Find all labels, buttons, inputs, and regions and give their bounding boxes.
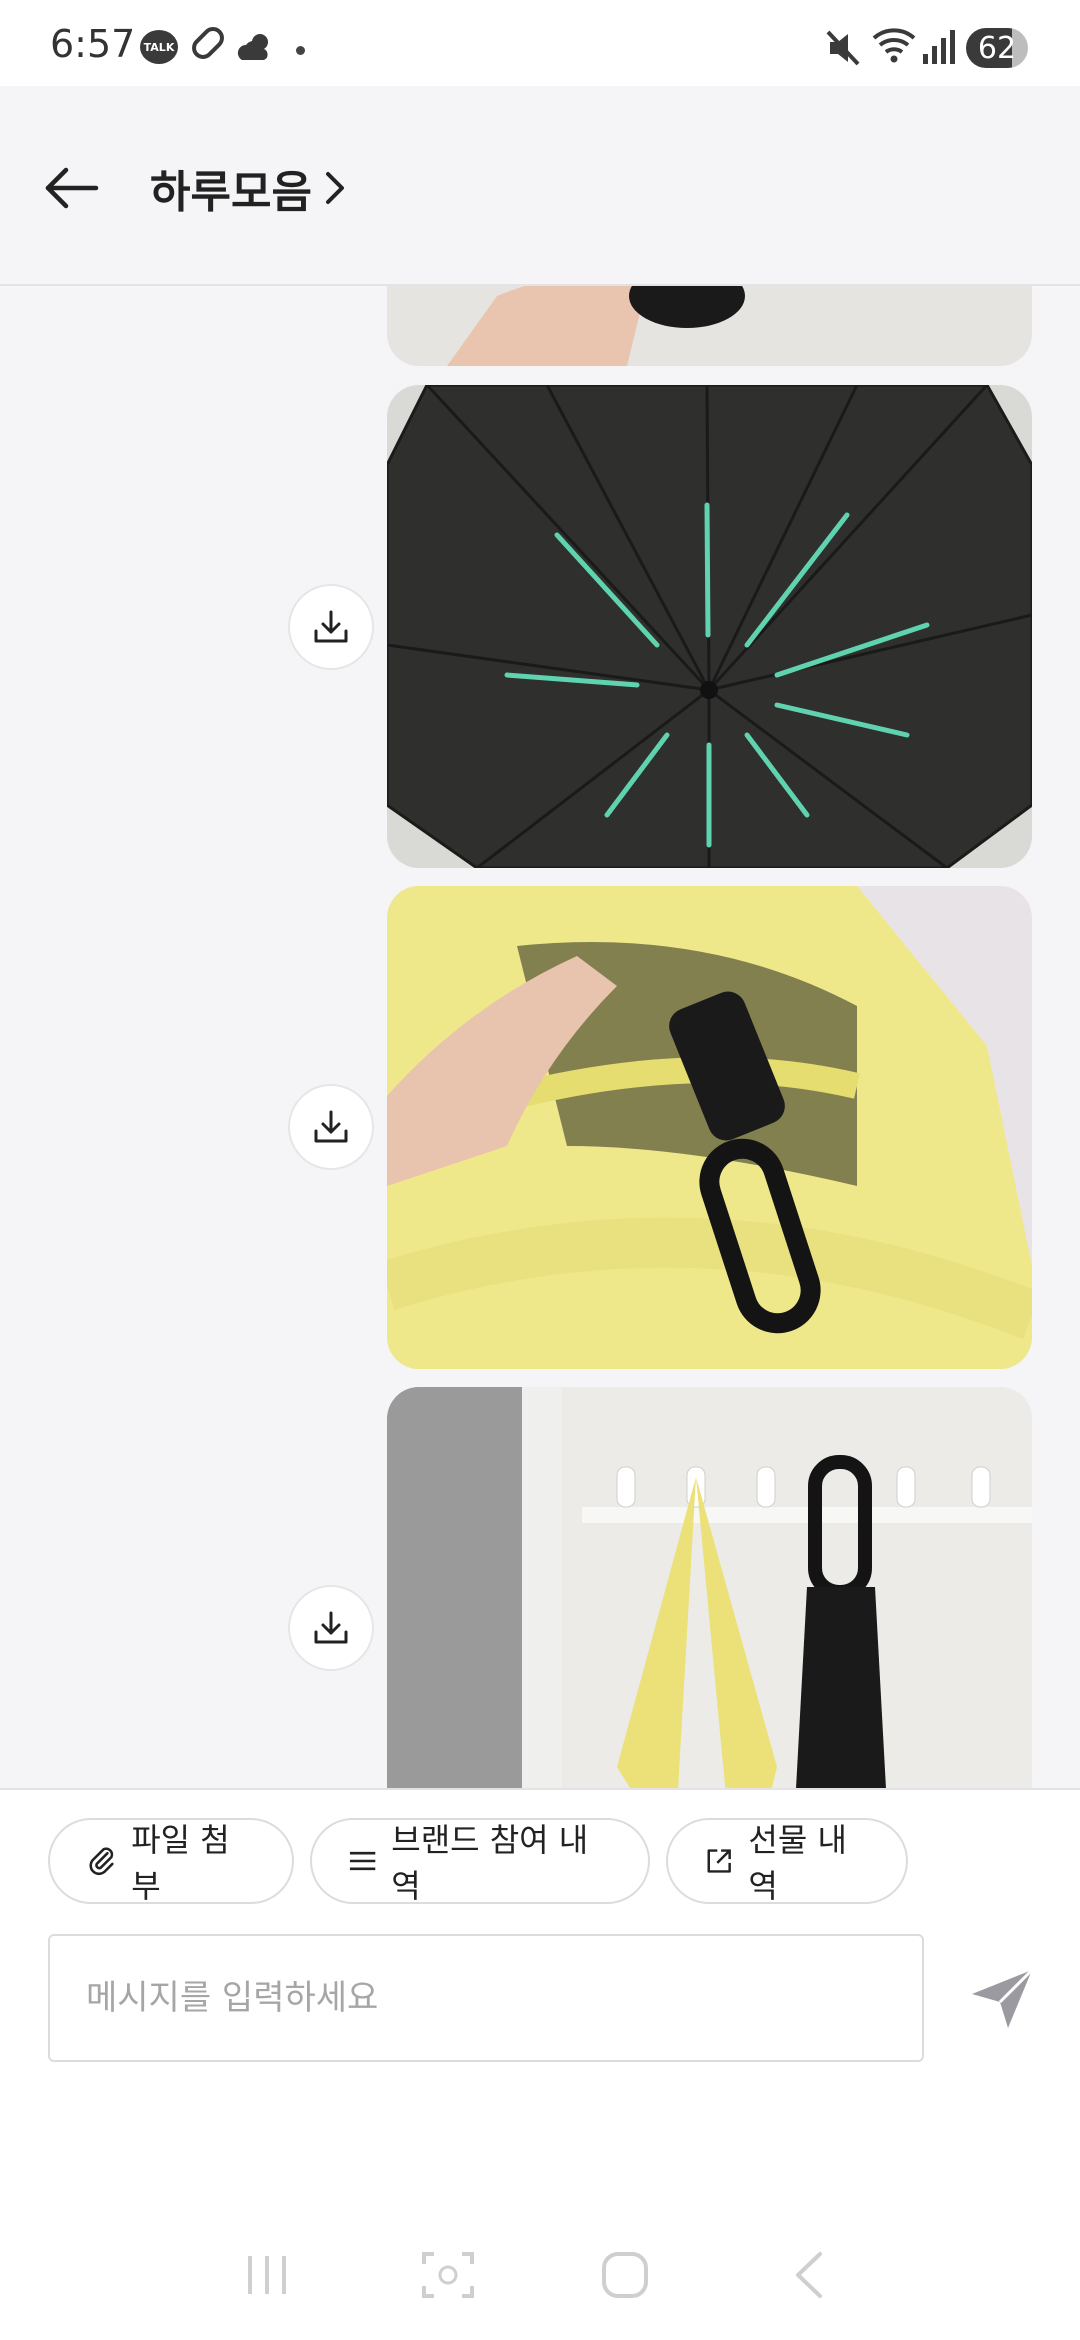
wifi-icon <box>872 26 916 70</box>
recent-apps-icon[interactable] <box>244 2250 290 2304</box>
chat-header: 하루모음 <box>0 86 1080 286</box>
message-list[interactable] <box>0 286 1080 1788</box>
brand-history-button[interactable]: 브랜드 참여 내역 <box>310 1818 650 1905</box>
download-button[interactable] <box>288 1084 374 1170</box>
download-icon <box>314 1110 348 1143</box>
status-bar: 6:57 TALK 62 <box>0 0 1080 86</box>
notification-dot-icon <box>296 46 305 55</box>
pill-icon <box>187 22 229 64</box>
battery-icon: 62 <box>966 28 1028 68</box>
screenshot-icon[interactable] <box>420 2250 476 2304</box>
gift-history-button[interactable]: 선물 내역 <box>666 1818 908 1905</box>
menu-lines-icon <box>349 1851 376 1871</box>
back-icon[interactable] <box>790 2250 826 2304</box>
chat-image[interactable] <box>387 385 1032 868</box>
send-icon[interactable] <box>966 1962 1038 2034</box>
composer-panel: 파일 첨부 브랜드 참여 내역 선물 내역 <box>0 1788 1080 2340</box>
home-icon[interactable] <box>600 2250 650 2304</box>
external-link-icon <box>707 1849 731 1873</box>
download-button[interactable] <box>288 584 374 670</box>
download-icon <box>314 610 348 643</box>
download-button[interactable] <box>288 1585 374 1671</box>
chevron-right-icon <box>325 172 344 204</box>
back-arrow-icon[interactable] <box>40 156 104 220</box>
chat-image[interactable] <box>387 886 1032 1369</box>
chat-image[interactable] <box>387 286 1032 366</box>
chat-title[interactable]: 하루모음 <box>150 156 348 220</box>
message-input[interactable] <box>48 1934 924 2062</box>
chat-image[interactable] <box>387 1387 1032 1788</box>
brand-history-label: 브랜드 참여 내역 <box>391 1821 589 1905</box>
attach-file-label: 파일 첨부 <box>131 1821 230 1905</box>
chat-title-text: 하루모음 <box>150 167 312 218</box>
signal-icon <box>922 28 956 68</box>
status-time: 6:57 <box>50 22 136 66</box>
download-icon <box>314 1611 348 1644</box>
attach-file-button[interactable]: 파일 첨부 <box>48 1818 294 1905</box>
gift-history-label: 선물 내역 <box>748 1821 847 1905</box>
mute-icon <box>826 28 862 72</box>
talk-icon: TALK <box>140 30 178 64</box>
paperclip-icon <box>89 1847 114 1876</box>
weather-icon <box>236 30 276 68</box>
